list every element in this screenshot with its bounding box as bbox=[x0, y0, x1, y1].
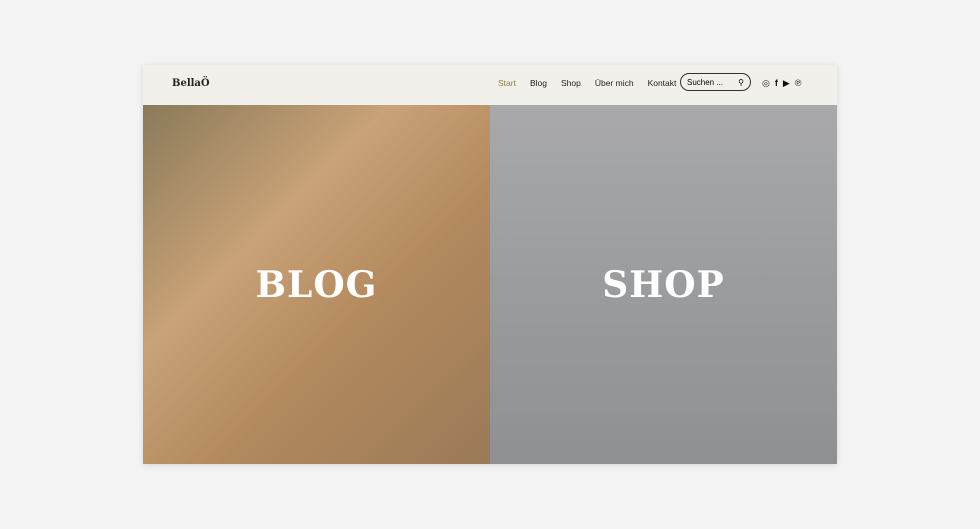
main-nav: Start Blog Shop Über mich Kontakt bbox=[498, 78, 676, 88]
social-links: ◎ f ▶ ℗ bbox=[762, 78, 801, 89]
logo[interactable]: BellaÖ bbox=[172, 78, 210, 89]
search-icon[interactable]: ⚲ bbox=[738, 78, 744, 87]
website-preview: BellaÖ Start Blog Shop Über mich Kontakt… bbox=[143, 65, 837, 464]
blog-title: BLOG bbox=[255, 263, 378, 306]
search-input[interactable]: Suchen ... ⚲ bbox=[680, 73, 751, 91]
shop-panel[interactable]: SHOP bbox=[490, 105, 837, 464]
blog-panel[interactable]: BLOG bbox=[143, 105, 490, 464]
site-header: BellaÖ Start Blog Shop Über mich Kontakt… bbox=[143, 65, 837, 105]
instagram-icon[interactable]: ◎ bbox=[762, 78, 770, 89]
search-placeholder: Suchen ... bbox=[687, 77, 724, 87]
nav-contact[interactable]: Kontakt bbox=[648, 78, 677, 88]
facebook-icon[interactable]: f bbox=[775, 78, 778, 89]
nav-blog[interactable]: Blog bbox=[530, 78, 547, 88]
nav-about[interactable]: Über mich bbox=[595, 78, 634, 88]
nav-start[interactable]: Start bbox=[498, 78, 516, 88]
shop-title: SHOP bbox=[602, 263, 725, 306]
youtube-icon[interactable]: ▶ bbox=[783, 78, 790, 89]
nav-shop[interactable]: Shop bbox=[561, 78, 581, 88]
pinterest-icon[interactable]: ℗ bbox=[795, 78, 802, 89]
